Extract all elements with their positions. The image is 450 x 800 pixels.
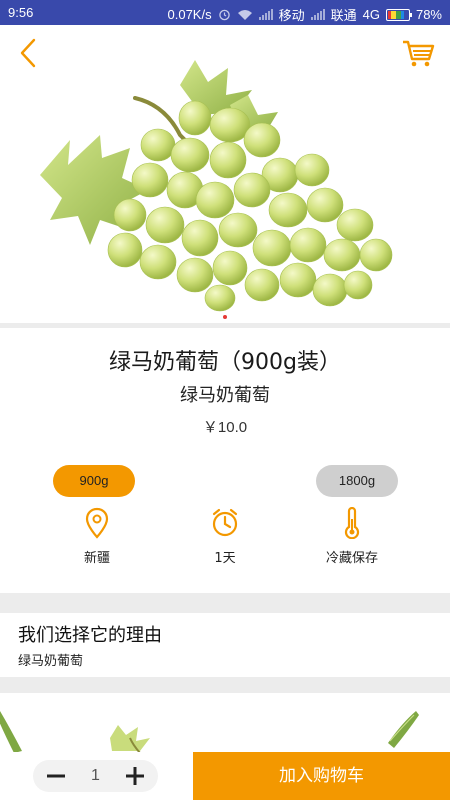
spec-option-900g[interactable]: 900g	[53, 465, 135, 497]
plus-icon	[126, 767, 144, 785]
battery-icon	[385, 8, 412, 21]
grape-product-image	[40, 60, 393, 312]
status-indicators: 0.07K/s 移动 联通 4G 78%	[168, 5, 443, 24]
carrier-2: 联通	[330, 8, 357, 23]
section-divider	[0, 323, 450, 328]
reason-heading: 我们选择它的理由	[18, 625, 162, 646]
attribute-storage-label: 冷藏保存	[325, 551, 378, 566]
thermometer-icon	[344, 507, 360, 539]
section-divider	[0, 677, 450, 693]
status-bar: 9:56 0.07K/s 移动 联通 4G 78%	[0, 0, 450, 25]
quantity-value[interactable]: 1	[75, 760, 116, 792]
product-image-carousel[interactable]	[0, 25, 450, 323]
status-time: 9:56	[8, 5, 34, 20]
battery-percent: 78%	[415, 7, 442, 22]
section-divider	[0, 593, 450, 613]
attribute-origin-label: 新疆	[83, 551, 110, 566]
wifi-icon	[237, 9, 252, 20]
signal-icon-1	[258, 9, 273, 20]
carrier-1: 移动	[278, 8, 305, 23]
signal-icon-2	[310, 9, 325, 20]
detail-image	[0, 711, 419, 753]
shopping-cart-icon	[403, 40, 435, 67]
attribute-shelf-life: 1天	[175, 507, 275, 566]
attribute-origin: 新疆	[47, 507, 147, 566]
alarm-clock-icon	[212, 508, 238, 537]
decrease-quantity-button[interactable]	[35, 760, 75, 792]
network-speed: 0.07K/s	[167, 7, 212, 22]
attribute-shelf-life-label: 1天	[214, 551, 236, 566]
network-type: 4G	[362, 7, 380, 22]
minus-icon	[47, 774, 65, 778]
alarm-status-icon	[218, 9, 230, 21]
reason-text: 绿马奶葡萄	[18, 654, 84, 669]
location-pin-icon	[85, 507, 109, 539]
spec-option-1800g[interactable]: 1800g	[316, 465, 398, 497]
quantity-stepper: 1	[33, 760, 158, 792]
product-title: 绿马奶葡萄（900g装）	[109, 350, 341, 375]
product-subtitle: 绿马奶葡萄	[180, 385, 270, 406]
attribute-storage: 冷藏保存	[302, 507, 402, 566]
bottom-action-bar: 1 加入购物车	[0, 752, 450, 800]
carousel-indicator	[0, 315, 450, 319]
cart-button[interactable]	[400, 35, 436, 71]
detail-image-preview	[0, 693, 450, 753]
increase-quantity-button[interactable]	[116, 760, 156, 792]
carousel-dot-active	[223, 315, 227, 319]
product-price: ￥10.0	[202, 419, 248, 436]
add-to-cart-button[interactable]: 加入购物车	[193, 752, 450, 800]
